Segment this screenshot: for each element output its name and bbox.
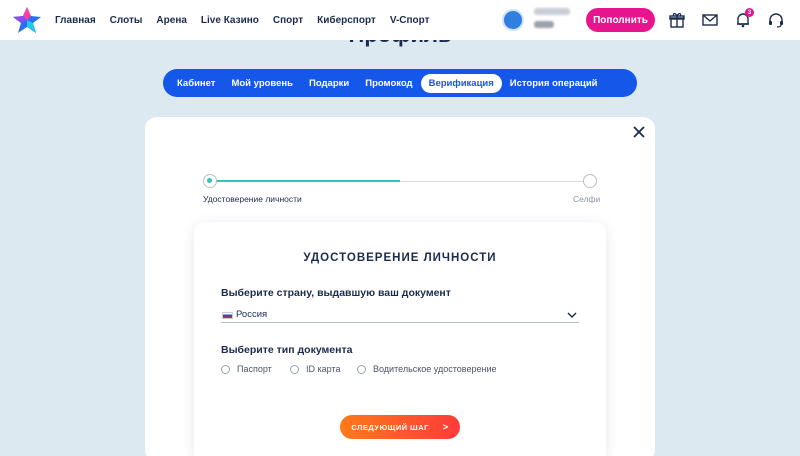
gift-icon[interactable]: [668, 11, 686, 29]
step-2-dot: [583, 174, 597, 188]
step-2-label: Селфи: [573, 194, 601, 204]
nav-item-v-sport[interactable]: V-Спорт: [390, 15, 430, 26]
profile-tabs: Кабинет Мой уровень Подарки Промокод Вер…: [163, 69, 637, 97]
radio-button[interactable]: [357, 364, 366, 374]
next-step-label: СЛЕДУЮЩИЙ ШАГ: [351, 422, 429, 432]
tab-my-level[interactable]: Мой уровень: [223, 74, 301, 93]
user-info-blurred[interactable]: [534, 8, 570, 28]
form-title: УДОСТОВЕРЕНИЕ ЛИЧНОСТИ: [303, 252, 497, 264]
radio-button[interactable]: [221, 364, 230, 374]
chevron-down-icon: [567, 312, 577, 318]
tab-transaction-history[interactable]: История операций: [502, 74, 606, 93]
stepper-progress: [210, 180, 400, 182]
topup-button[interactable]: Пополнить: [586, 8, 655, 32]
tab-gifts[interactable]: Подарки: [301, 74, 357, 93]
mail-icon[interactable]: [701, 11, 719, 29]
doc-type-drivers-license[interactable]: Водительское удостоверение: [357, 364, 497, 374]
tab-promocode[interactable]: Промокод: [357, 74, 420, 93]
russia-flag-icon: [222, 312, 233, 319]
country-select[interactable]: Россия: [221, 307, 579, 323]
nav-item-home[interactable]: Главная: [55, 15, 96, 26]
tab-verification[interactable]: Верификация: [420, 73, 502, 93]
tab-cabinet[interactable]: Кабинет: [169, 74, 223, 93]
next-step-button[interactable]: СЛЕДУЮЩИЙ ШАГ >: [340, 415, 460, 439]
country-select-value: Россия: [236, 309, 268, 320]
radio-label: Паспорт: [237, 364, 272, 374]
arrow-right-icon: >: [442, 422, 449, 432]
nav-item-esports[interactable]: Киберспорт: [317, 15, 376, 26]
nav-item-sport[interactable]: Спорт: [273, 15, 303, 26]
nav-item-arena[interactable]: Арена: [156, 15, 187, 26]
step-1-dot: [203, 174, 217, 188]
step-1-label: Удостоверение личности: [203, 194, 302, 204]
close-icon[interactable]: [632, 125, 646, 139]
radio-button[interactable]: [290, 364, 299, 374]
top-header: Главная Слоты Арена Live Казино Спорт Ки…: [0, 0, 800, 40]
doc-type-label: Выберите тип документа: [221, 344, 353, 356]
country-label: Выберите страну, выдавшую ваш документ: [221, 287, 451, 299]
radio-label: ID карта: [306, 364, 341, 374]
notification-badge: 3: [745, 8, 754, 17]
avatar[interactable]: [502, 9, 524, 31]
doc-type-id-card[interactable]: ID карта: [290, 364, 340, 374]
main-nav: Главная Слоты Арена Live Казино Спорт Ки…: [55, 0, 444, 40]
nav-item-slots[interactable]: Слоты: [110, 15, 143, 26]
radio-label: Водительское удостоверение: [373, 364, 497, 374]
doc-type-passport[interactable]: Паспорт: [221, 364, 272, 374]
support-headset-icon[interactable]: [767, 11, 785, 29]
nav-item-live-casino[interactable]: Live Казино: [201, 15, 259, 26]
logo-star-icon[interactable]: [12, 6, 42, 34]
